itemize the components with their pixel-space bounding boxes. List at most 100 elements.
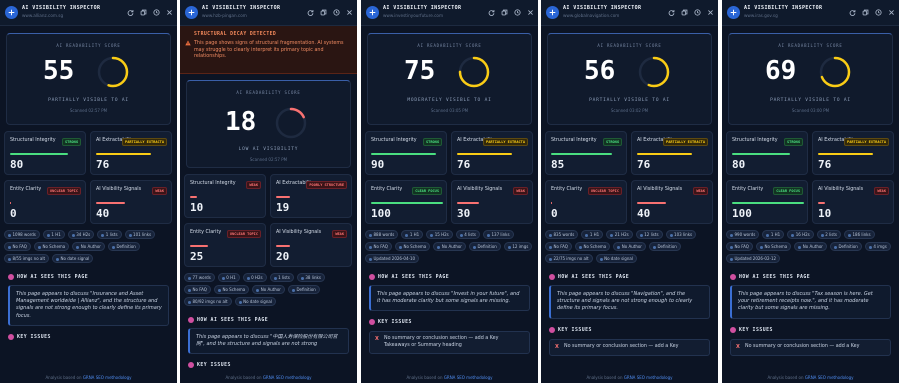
metric-value: 40: [637, 207, 651, 220]
stat-pill-text: 12 imgs: [512, 244, 529, 249]
metric-name: Entity Clarity: [190, 230, 222, 235]
panel-footer: Analysis based on GRNA SEO methodology: [0, 373, 177, 383]
stat-pill-text: No Schema: [764, 244, 788, 249]
close-icon[interactable]: [345, 8, 353, 16]
methodology-link[interactable]: GRNA SEO methodology: [263, 375, 312, 380]
stat-dot-icon: [578, 245, 582, 249]
section-title: HOW AI SEES THIS PAGE: [17, 274, 89, 280]
key-issues-heading: KEY ISSUES: [8, 334, 51, 340]
close-icon[interactable]: [706, 8, 714, 16]
metric-bar: [637, 202, 666, 204]
metric-card-entity: Entity Clarity CLEAR FOCUS 100: [365, 180, 447, 224]
close-icon[interactable]: [526, 8, 534, 16]
stat-pill-text: 103 links: [674, 232, 693, 237]
history-icon[interactable]: [332, 8, 340, 16]
stat-pill-text: 4 lists: [464, 232, 476, 237]
key-issues-heading: KEY ISSUES: [730, 327, 773, 333]
metric-value: 76: [457, 158, 471, 171]
stat-dot-icon: [111, 245, 115, 249]
section-title: HOW AI SEES THIS PAGE: [558, 274, 630, 280]
stat-pill-text: No date signal: [60, 256, 90, 261]
refresh-icon[interactable]: [306, 8, 314, 16]
panel-footer: Analysis based on GRNA SEO methodology: [722, 373, 899, 383]
footer-text: Analysis based on: [586, 375, 623, 380]
metric-name: Entity Clarity: [732, 187, 764, 192]
methodology-link[interactable]: GRNA SEO methodology: [624, 375, 673, 380]
refresh-icon[interactable]: [487, 8, 495, 16]
history-icon[interactable]: [693, 8, 701, 16]
metric-card-structural: Structural Integrity STRONG 85: [545, 131, 627, 175]
stat-pill-text: 0 H2s: [251, 275, 263, 280]
history-icon[interactable]: [513, 8, 521, 16]
stat-pill: No Author: [252, 285, 285, 294]
stat-pill: No FAQ: [184, 285, 211, 294]
alert-icon: [8, 334, 14, 340]
metric-card-signals: AI Visibility Signals WEAK 40: [90, 180, 172, 224]
stat-dot-icon: [8, 233, 11, 237]
footer-text: Analysis based on: [225, 375, 262, 380]
stat-pill: No Schema: [394, 242, 431, 251]
score-card: AI READABILITY SCORE 75 MODERATELY VISIBLE…: [367, 33, 532, 125]
stat-dot-icon: [730, 233, 733, 237]
methodology-link[interactable]: GRNA SEO methodology: [805, 375, 854, 380]
stat-pill: 21 H2s: [606, 230, 633, 239]
copy-icon[interactable]: [500, 8, 508, 16]
history-icon[interactable]: [152, 8, 160, 16]
stat-pill: 1 H1: [42, 230, 65, 239]
stat-dot-icon: [610, 233, 614, 237]
copy-icon[interactable]: [139, 8, 147, 16]
stat-pill: Definition: [468, 242, 501, 251]
history-icon[interactable]: [874, 8, 882, 16]
alert-icon: [369, 319, 375, 325]
metric-card-extractability: AI Extractability PARTIALLY EXTRACTA 76: [631, 131, 713, 175]
refresh-icon[interactable]: [848, 8, 856, 16]
panel-footer: Analysis based on GRNA SEO methodology: [180, 373, 357, 383]
refresh-icon[interactable]: [126, 8, 134, 16]
stat-dot-icon: [188, 300, 191, 304]
methodology-link[interactable]: GRNA SEO methodology: [444, 375, 493, 380]
how-ai-sees-heading: HOW AI SEES THIS PAGE: [730, 274, 810, 280]
alert-icon: [730, 327, 736, 333]
key-issues-heading: KEY ISSUES: [369, 319, 412, 325]
stat-pill: No Author: [433, 242, 466, 251]
metric-value: 76: [96, 158, 110, 171]
stat-dot-icon: [56, 257, 60, 261]
decay-text: This page shows signs of structural frag…: [194, 41, 344, 60]
close-icon[interactable]: [165, 8, 173, 16]
metric-badge: STRONG: [784, 138, 803, 146]
close-icon[interactable]: [887, 8, 895, 16]
app-logo-icon: [727, 6, 740, 19]
panel-footer: Analysis based on GRNA SEO methodology: [541, 373, 718, 383]
key-issues-heading: KEY ISSUES: [549, 327, 592, 333]
metric-name: Structural Integrity: [371, 138, 417, 143]
stat-pill-text: 137 links: [491, 232, 510, 237]
copy-icon[interactable]: [680, 8, 688, 16]
metric-badge: PARTIALLY EXTRACTA: [663, 138, 708, 146]
decay-title: STRUCTURAL DECAY DETECTED: [194, 32, 277, 37]
methodology-link[interactable]: GRNA SEO methodology: [83, 375, 132, 380]
copy-icon[interactable]: [861, 8, 869, 16]
metric-bar: [276, 196, 290, 198]
metric-value: 85: [551, 158, 565, 171]
refresh-icon[interactable]: [667, 8, 675, 16]
stat-pill-text: 835 words: [553, 232, 575, 237]
stat-pill-text: No FAQ: [12, 244, 27, 249]
panel-header: AI VISIBILITY INSPECTOR www.globalnavigat…: [541, 0, 718, 26]
score-value: 55: [43, 56, 75, 86]
stat-dot-icon: [730, 257, 733, 261]
stat-pill-text: No Author: [260, 287, 281, 292]
stat-dot-icon: [71, 233, 75, 237]
how-ai-sees-heading: HOW AI SEES THIS PAGE: [369, 274, 449, 280]
stat-dot-icon: [256, 288, 260, 292]
stat-pill-text: 16 H2s: [795, 232, 810, 237]
stat-pill: 4 lists: [455, 230, 480, 239]
metric-bar: [371, 202, 443, 204]
app-logo-icon: [366, 6, 379, 19]
stat-pill: 186 links: [843, 230, 875, 239]
metric-name: AI Visibility Signals: [637, 187, 683, 192]
copy-icon[interactable]: [319, 8, 327, 16]
stat-dot-icon: [273, 276, 277, 280]
stat-pill: 15 H2s: [426, 230, 453, 239]
metric-card-extractability: AI Extractability PARTIALLY EXTRACTA 76: [812, 131, 894, 175]
how-ai-sees-heading: HOW AI SEES THIS PAGE: [8, 274, 88, 280]
